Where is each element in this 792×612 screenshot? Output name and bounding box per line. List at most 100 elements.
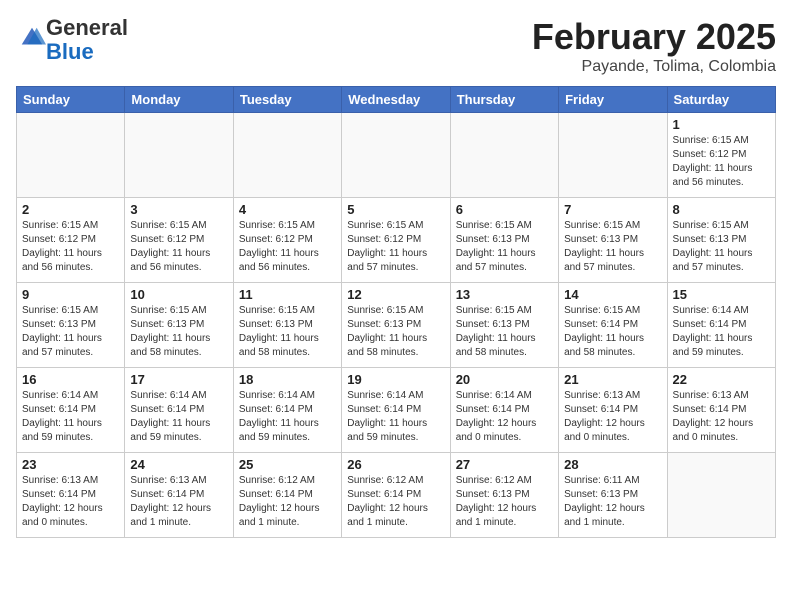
week-row-3: 9 Sunrise: 6:15 AM Sunset: 6:13 PM Daylig… <box>17 283 776 368</box>
day-number: 16 <box>22 372 119 387</box>
day-info: Sunrise: 6:14 AM Sunset: 6:14 PM Dayligh… <box>22 389 119 445</box>
day-number: 8 <box>673 202 770 217</box>
day-number: 26 <box>347 457 444 472</box>
weekday-header-saturday: Saturday <box>667 87 775 113</box>
location-title: Payande, Tolima, Colombia <box>532 58 776 76</box>
calendar-cell: 6 Sunrise: 6:15 AM Sunset: 6:13 PM Daylig… <box>450 198 558 283</box>
calendar-cell <box>125 113 233 198</box>
day-number: 15 <box>673 287 770 302</box>
title-area: February 2025 Payande, Tolima, Colombia <box>532 16 776 76</box>
calendar-cell: 27 Sunrise: 6:12 AM Sunset: 6:13 PM Dayli… <box>450 453 558 538</box>
day-info: Sunrise: 6:14 AM Sunset: 6:14 PM Dayligh… <box>347 389 444 445</box>
day-number: 19 <box>347 372 444 387</box>
header: General Blue February 2025 Payande, Toli… <box>16 16 776 76</box>
calendar-cell: 7Sunrise: 6:15 AM Sunset: 6:13 PM Daylig… <box>559 198 667 283</box>
calendar-cell <box>233 113 341 198</box>
day-info: Sunrise: 6:15 AM Sunset: 6:13 PM Dayligh… <box>456 219 553 275</box>
calendar-cell: 9 Sunrise: 6:15 AM Sunset: 6:13 PM Daylig… <box>17 283 125 368</box>
calendar-cell: 10 Sunrise: 6:15 AM Sunset: 6:13 PM Dayli… <box>125 283 233 368</box>
day-number: 1 <box>673 117 770 132</box>
calendar-cell: 14 Sunrise: 6:15 AM Sunset: 6:14 PM Dayli… <box>559 283 667 368</box>
calendar-cell: 8 Sunrise: 6:15 AM Sunset: 6:13 PM Daylig… <box>667 198 775 283</box>
calendar-cell: 5Sunrise: 6:15 AM Sunset: 6:12 PM Daylig… <box>342 198 450 283</box>
day-number: 25 <box>239 457 336 472</box>
calendar-cell <box>17 113 125 198</box>
week-row-2: 2Sunrise: 6:15 AM Sunset: 6:12 PM Daylig… <box>17 198 776 283</box>
day-info: Sunrise: 6:14 AM Sunset: 6:14 PM Dayligh… <box>456 389 553 445</box>
day-info: Sunrise: 6:15 AM Sunset: 6:14 PM Dayligh… <box>564 304 661 360</box>
week-row-1: 1Sunrise: 6:15 AM Sunset: 6:12 PM Daylig… <box>17 113 776 198</box>
calendar-cell: 4 Sunrise: 6:15 AM Sunset: 6:12 PM Daylig… <box>233 198 341 283</box>
week-row-5: 23Sunrise: 6:13 AM Sunset: 6:14 PM Dayli… <box>17 453 776 538</box>
calendar-cell: 18 Sunrise: 6:14 AM Sunset: 6:14 PM Dayli… <box>233 368 341 453</box>
day-info: Sunrise: 6:12 AM Sunset: 6:14 PM Dayligh… <box>239 474 336 530</box>
calendar-cell: 19 Sunrise: 6:14 AM Sunset: 6:14 PM Dayli… <box>342 368 450 453</box>
day-info: Sunrise: 6:12 AM Sunset: 6:14 PM Dayligh… <box>347 474 444 530</box>
day-info: Sunrise: 6:15 AM Sunset: 6:13 PM Dayligh… <box>456 304 553 360</box>
calendar-cell: 13 Sunrise: 6:15 AM Sunset: 6:13 PM Dayli… <box>450 283 558 368</box>
day-number: 14 <box>564 287 661 302</box>
calendar-cell: 20Sunrise: 6:14 AM Sunset: 6:14 PM Dayli… <box>450 368 558 453</box>
weekday-header-wednesday: Wednesday <box>342 87 450 113</box>
day-info: Sunrise: 6:15 AM Sunset: 6:12 PM Dayligh… <box>239 219 336 275</box>
logo-text: General Blue <box>46 16 128 64</box>
logo-general: General <box>46 15 128 40</box>
calendar-cell: 24Sunrise: 6:13 AM Sunset: 6:14 PM Dayli… <box>125 453 233 538</box>
logo: General Blue <box>16 16 128 64</box>
day-number: 7 <box>564 202 661 217</box>
day-info: Sunrise: 6:13 AM Sunset: 6:14 PM Dayligh… <box>130 474 227 530</box>
calendar-cell: 16 Sunrise: 6:14 AM Sunset: 6:14 PM Dayli… <box>17 368 125 453</box>
weekday-header-thursday: Thursday <box>450 87 558 113</box>
calendar: SundayMondayTuesdayWednesdayThursdayFrid… <box>16 86 776 538</box>
day-number: 12 <box>347 287 444 302</box>
day-info: Sunrise: 6:15 AM Sunset: 6:13 PM Dayligh… <box>239 304 336 360</box>
day-number: 4 <box>239 202 336 217</box>
calendar-cell: 12 Sunrise: 6:15 AM Sunset: 6:13 PM Dayli… <box>342 283 450 368</box>
calendar-cell: 28 Sunrise: 6:11 AM Sunset: 6:13 PM Dayli… <box>559 453 667 538</box>
day-info: Sunrise: 6:14 AM Sunset: 6:14 PM Dayligh… <box>239 389 336 445</box>
weekday-header-monday: Monday <box>125 87 233 113</box>
day-number: 6 <box>456 202 553 217</box>
logo-blue: Blue <box>46 39 94 64</box>
day-info: Sunrise: 6:15 AM Sunset: 6:12 PM Dayligh… <box>347 219 444 275</box>
calendar-cell: 11 Sunrise: 6:15 AM Sunset: 6:13 PM Dayli… <box>233 283 341 368</box>
day-info: Sunrise: 6:15 AM Sunset: 6:13 PM Dayligh… <box>130 304 227 360</box>
calendar-cell: 22 Sunrise: 6:13 AM Sunset: 6:14 PM Dayli… <box>667 368 775 453</box>
day-number: 21 <box>564 372 661 387</box>
calendar-cell: 15 Sunrise: 6:14 AM Sunset: 6:14 PM Dayli… <box>667 283 775 368</box>
day-number: 11 <box>239 287 336 302</box>
weekday-header-row: SundayMondayTuesdayWednesdayThursdayFrid… <box>17 87 776 113</box>
week-row-4: 16 Sunrise: 6:14 AM Sunset: 6:14 PM Dayli… <box>17 368 776 453</box>
weekday-header-sunday: Sunday <box>17 87 125 113</box>
day-info: Sunrise: 6:12 AM Sunset: 6:13 PM Dayligh… <box>456 474 553 530</box>
calendar-cell: 26 Sunrise: 6:12 AM Sunset: 6:14 PM Dayli… <box>342 453 450 538</box>
day-number: 22 <box>673 372 770 387</box>
day-number: 28 <box>564 457 661 472</box>
day-info: Sunrise: 6:14 AM Sunset: 6:14 PM Dayligh… <box>673 304 770 360</box>
day-info: Sunrise: 6:15 AM Sunset: 6:12 PM Dayligh… <box>130 219 227 275</box>
calendar-cell: 23Sunrise: 6:13 AM Sunset: 6:14 PM Dayli… <box>17 453 125 538</box>
day-info: Sunrise: 6:15 AM Sunset: 6:13 PM Dayligh… <box>22 304 119 360</box>
day-number: 18 <box>239 372 336 387</box>
day-number: 27 <box>456 457 553 472</box>
day-number: 3 <box>130 202 227 217</box>
day-number: 9 <box>22 287 119 302</box>
day-info: Sunrise: 6:11 AM Sunset: 6:13 PM Dayligh… <box>564 474 661 530</box>
calendar-cell <box>450 113 558 198</box>
calendar-cell: 3 Sunrise: 6:15 AM Sunset: 6:12 PM Daylig… <box>125 198 233 283</box>
weekday-header-tuesday: Tuesday <box>233 87 341 113</box>
weekday-header-friday: Friday <box>559 87 667 113</box>
day-info: Sunrise: 6:13 AM Sunset: 6:14 PM Dayligh… <box>673 389 770 445</box>
day-info: Sunrise: 6:14 AM Sunset: 6:14 PM Dayligh… <box>130 389 227 445</box>
calendar-cell: 1Sunrise: 6:15 AM Sunset: 6:12 PM Daylig… <box>667 113 775 198</box>
calendar-cell: 25 Sunrise: 6:12 AM Sunset: 6:14 PM Dayli… <box>233 453 341 538</box>
day-info: Sunrise: 6:13 AM Sunset: 6:14 PM Dayligh… <box>564 389 661 445</box>
day-info: Sunrise: 6:15 AM Sunset: 6:13 PM Dayligh… <box>347 304 444 360</box>
day-info: Sunrise: 6:15 AM Sunset: 6:13 PM Dayligh… <box>673 219 770 275</box>
month-title: February 2025 <box>532 16 776 58</box>
day-number: 10 <box>130 287 227 302</box>
calendar-cell: 21 Sunrise: 6:13 AM Sunset: 6:14 PM Dayli… <box>559 368 667 453</box>
day-info: Sunrise: 6:15 AM Sunset: 6:12 PM Dayligh… <box>22 219 119 275</box>
day-number: 17 <box>130 372 227 387</box>
day-number: 13 <box>456 287 553 302</box>
